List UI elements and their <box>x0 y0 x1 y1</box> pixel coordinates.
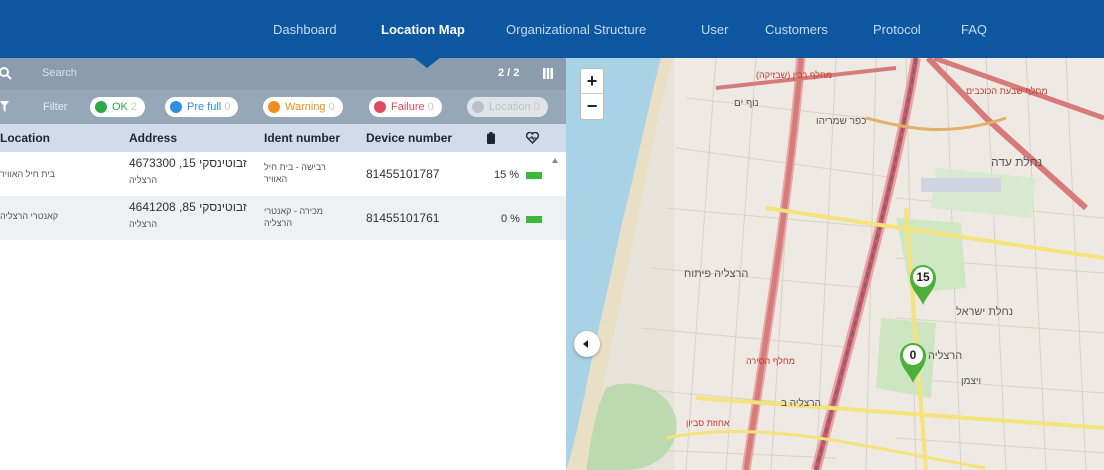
map-place-label: נחלת ישראל <box>956 306 1014 318</box>
column-header-address[interactable]: Address <box>129 131 177 145</box>
chip-count: 2 <box>130 101 138 113</box>
battery-column-icon <box>487 132 495 144</box>
zoom-out-button[interactable]: − <box>581 94 603 119</box>
chip-label: OK <box>112 101 128 113</box>
table-row[interactable]: קאנטרי הרצליה זבוטינסקי 85, 4641208 הרצל… <box>0 196 566 240</box>
columns-icon[interactable] <box>543 68 553 79</box>
ok-status-dot-icon <box>95 101 107 113</box>
row-address-line2: הרצליה <box>129 219 158 229</box>
filter-chip-ok[interactable]: OK 2 <box>90 97 146 117</box>
warning-status-dot-icon <box>268 101 280 113</box>
collapse-panel-button[interactable] <box>574 331 600 357</box>
device-list-panel: Search 2 / 2 Filter OK 2 Pre full 0 Warnin… <box>0 58 566 470</box>
map-place-label: אחוזת סביון <box>686 418 730 428</box>
chip-label: Pre full <box>187 101 222 113</box>
chip-count: 0 <box>427 101 434 113</box>
row-address-line1: זבוטינסקי 15, 4673300 <box>129 156 247 170</box>
nav-customers[interactable]: Customers <box>765 22 828 37</box>
battery-level-bar <box>526 172 542 179</box>
marker-count-label: 0 <box>909 348 917 362</box>
nav-faq[interactable]: FAQ <box>961 22 987 37</box>
column-header-ident-number[interactable]: Ident number <box>264 131 340 145</box>
table-row[interactable]: בית חיל האוויר זבוטינסקי 15, 4673300 הרצ… <box>0 152 566 196</box>
row-address-line2: הרצליה <box>129 175 158 185</box>
filter-icon <box>0 101 9 112</box>
chip-count: 0 <box>224 101 231 113</box>
filter-chip-warning[interactable]: Warning 0 <box>263 97 343 117</box>
zoom-in-button[interactable]: + <box>581 69 603 94</box>
table-header: Location Address Ident number Device num… <box>0 124 566 152</box>
row-device-number: 81455101761 <box>366 211 440 225</box>
map-place-label: מחלף הסירה <box>746 356 795 366</box>
row-ident-line2: האוויר <box>264 174 288 184</box>
row-address-line1: זבוטינסקי 85, 4641208 <box>129 200 247 214</box>
result-count: 2 / 2 <box>498 67 520 79</box>
chevron-left-icon <box>583 340 588 348</box>
chip-label: Location <box>489 101 531 113</box>
chip-label: Warning <box>285 101 326 113</box>
location-map[interactable]: מחלף רבין (שבזיקה) מחלף שבעת הכוכבים נוף… <box>566 58 1104 470</box>
map-place-label: ויצמן <box>961 376 982 387</box>
row-battery-percent: 15 % <box>494 169 520 181</box>
signal-health-column-icon <box>526 132 539 144</box>
row-battery-percent: 0 % <box>501 213 520 225</box>
nav-location-map[interactable]: Location Map <box>381 22 465 37</box>
nav-user[interactable]: User <box>701 22 728 37</box>
chip-count: 0 <box>328 101 335 113</box>
row-ident-line1: מכירה - קאנטרי <box>264 206 323 216</box>
chip-label: Failure <box>391 101 425 113</box>
filter-label: Filter <box>43 101 68 113</box>
map-place-label: הרצליה פיתוח <box>684 268 749 280</box>
search-bar: Search 2 / 2 <box>0 58 566 90</box>
row-device-number: 81455101787 <box>366 167 440 181</box>
filter-chip-location[interactable]: Location 0 <box>467 97 548 117</box>
zoom-control: + − <box>580 68 604 120</box>
map-place-label: נוף ים <box>734 98 759 109</box>
active-nav-indicator <box>413 57 441 68</box>
map-marker-icon[interactable] <box>908 262 938 306</box>
top-navigation: Dashboard Location Map Organizational St… <box>0 0 1104 58</box>
pre-full-status-dot-icon <box>170 101 182 113</box>
column-header-device-number[interactable]: Device number <box>366 131 452 145</box>
nav-organizational-structure[interactable]: Organizational Structure <box>506 22 646 37</box>
filter-bar: Filter OK 2 Pre full 0 Warning 0 Failure 0 L… <box>0 90 566 124</box>
row-ident-line2: הרצליה <box>264 218 293 228</box>
map-place-label: הרצליה <box>928 350 963 362</box>
chip-count: 0 <box>533 101 540 113</box>
filter-chip-pre-full[interactable]: Pre full 0 <box>165 97 239 117</box>
scroll-up-arrow-icon[interactable] <box>552 158 558 163</box>
failure-status-dot-icon <box>374 101 386 113</box>
row-location: קאנטרי הרצליה <box>0 211 59 221</box>
row-ident-line1: רבישה - בית חיל <box>264 162 326 172</box>
map-place-label: הרצליה ב <box>781 398 821 409</box>
map-place-label: מחלף שבעת הכוכבים <box>966 86 1048 96</box>
nav-dashboard[interactable]: Dashboard <box>273 22 337 37</box>
nav-protocol[interactable]: Protocol <box>873 22 921 37</box>
row-location: בית חיל האוויר <box>0 169 55 179</box>
map-place-label: מחלף רבין (שבזיקה) <box>756 70 833 80</box>
map-marker-icon[interactable] <box>898 340 928 384</box>
search-input[interactable]: Search <box>42 67 77 79</box>
map-place-label: כפר שמריהו <box>816 116 867 127</box>
marker-count-label: 15 <box>916 270 930 284</box>
battery-level-bar <box>526 216 542 223</box>
column-header-location[interactable]: Location <box>0 131 50 145</box>
map-place-label: נחלת עדה <box>991 155 1043 169</box>
filter-chip-failure[interactable]: Failure 0 <box>369 97 442 117</box>
search-icon <box>0 67 12 80</box>
location-status-dot-icon <box>472 101 484 113</box>
